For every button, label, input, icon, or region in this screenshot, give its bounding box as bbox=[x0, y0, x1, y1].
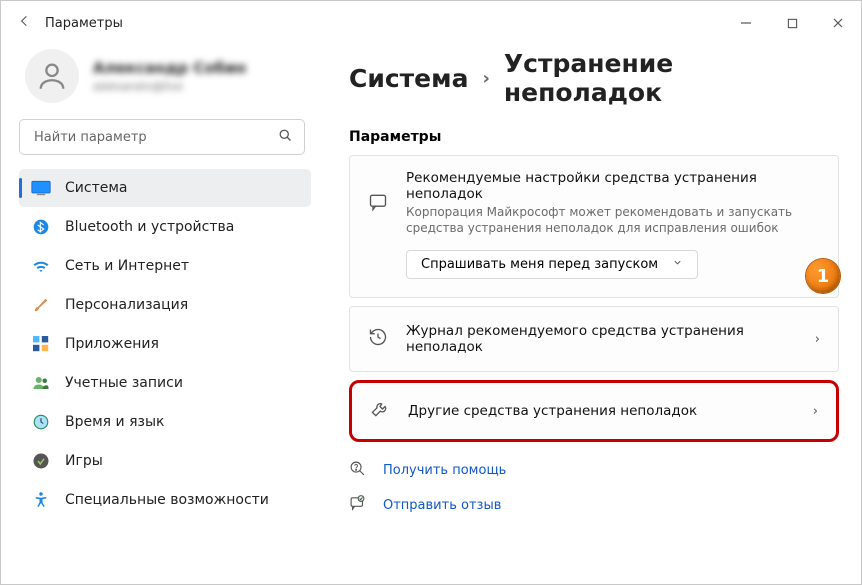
other-label: Другие средства устранения неполадок bbox=[408, 403, 797, 419]
sidebar-item-label: Bluetooth и устройства bbox=[65, 219, 234, 235]
feedback-link-label: Отправить отзыв bbox=[383, 498, 501, 513]
sidebar-item-label: Учетные записи bbox=[65, 375, 183, 391]
avatar bbox=[25, 49, 79, 103]
profile-name: Александр Собин bbox=[93, 59, 246, 77]
window-title: Параметры bbox=[45, 16, 123, 31]
wifi-icon bbox=[31, 256, 51, 276]
recommended-title: Рекомендуемые настройки средства устране… bbox=[406, 170, 820, 202]
sidebar-item-label: Специальные возможности bbox=[65, 492, 269, 508]
nav-list: Система Bluetooth и устройства Сеть и Ин… bbox=[19, 169, 311, 519]
sidebar-item-bluetooth[interactable]: Bluetooth и устройства bbox=[19, 208, 311, 246]
search-box[interactable] bbox=[19, 119, 305, 155]
other-troubleshooters-row[interactable]: Другие средства устранения неполадок › bbox=[349, 380, 839, 442]
feedback-link[interactable]: Отправить отзыв bbox=[349, 495, 839, 516]
recommended-card: Рекомендуемые настройки средства устране… bbox=[349, 155, 839, 298]
sidebar: Александр Собин aleksandrs@live Система … bbox=[1, 45, 321, 584]
dialog-icon bbox=[368, 170, 390, 279]
recommended-desc: Корпорация Майкрософт может рекомендоват… bbox=[406, 204, 820, 236]
help-link-label: Получить помощь bbox=[383, 463, 506, 478]
sidebar-item-network[interactable]: Сеть и Интернет bbox=[19, 247, 311, 285]
accounts-icon bbox=[31, 373, 51, 393]
chevron-down-icon bbox=[672, 257, 683, 272]
section-header: Параметры bbox=[349, 129, 839, 145]
main-content: Система › Устранение неполадок Параметры… bbox=[321, 45, 861, 584]
history-row[interactable]: Журнал рекомендуемого средства устранени… bbox=[349, 306, 839, 372]
sidebar-item-personalization[interactable]: Персонализация bbox=[19, 286, 311, 324]
sidebar-item-label: Приложения bbox=[65, 336, 159, 352]
close-button[interactable] bbox=[815, 1, 861, 45]
clock-icon bbox=[31, 412, 51, 432]
sidebar-item-time[interactable]: Время и язык bbox=[19, 403, 311, 441]
help-icon bbox=[349, 460, 369, 481]
sidebar-item-label: Время и язык bbox=[65, 414, 164, 430]
sidebar-item-system[interactable]: Система bbox=[19, 169, 311, 207]
accessibility-icon bbox=[31, 490, 51, 510]
footer-links: Получить помощь Отправить отзыв bbox=[349, 460, 839, 516]
sidebar-item-gaming[interactable]: Игры bbox=[19, 442, 311, 480]
titlebar: Параметры bbox=[1, 1, 861, 45]
dropdown-value: Спрашивать меня перед запуском bbox=[421, 257, 658, 272]
bluetooth-icon bbox=[31, 217, 51, 237]
breadcrumb: Система › Устранение неполадок bbox=[349, 49, 839, 107]
profile-email: aleksandrs@live bbox=[93, 80, 246, 93]
sidebar-item-apps[interactable]: Приложения bbox=[19, 325, 311, 363]
sidebar-item-label: Система bbox=[65, 180, 127, 196]
apps-icon bbox=[31, 334, 51, 354]
wrench-icon bbox=[370, 399, 392, 423]
chevron-right-icon: › bbox=[813, 404, 818, 419]
page-title: Устранение неполадок bbox=[504, 49, 839, 107]
system-icon bbox=[31, 178, 51, 198]
window-controls bbox=[723, 1, 861, 45]
minimize-button[interactable] bbox=[723, 1, 769, 45]
history-icon bbox=[368, 327, 390, 351]
breadcrumb-parent[interactable]: Система bbox=[349, 64, 468, 93]
sidebar-item-accessibility[interactable]: Специальные возможности bbox=[19, 481, 311, 519]
gaming-icon bbox=[31, 451, 51, 471]
back-button[interactable] bbox=[17, 13, 45, 33]
help-link[interactable]: Получить помощь bbox=[349, 460, 839, 481]
search-icon bbox=[278, 128, 293, 147]
chevron-right-icon: › bbox=[482, 68, 489, 89]
maximize-button[interactable] bbox=[769, 1, 815, 45]
profile-block[interactable]: Александр Собин aleksandrs@live bbox=[19, 45, 311, 119]
sidebar-item-label: Сеть и Интернет bbox=[65, 258, 189, 274]
chevron-right-icon: › bbox=[815, 332, 820, 347]
sidebar-item-label: Персонализация bbox=[65, 297, 188, 313]
sidebar-item-accounts[interactable]: Учетные записи bbox=[19, 364, 311, 402]
brush-icon bbox=[31, 295, 51, 315]
search-input[interactable] bbox=[19, 119, 305, 155]
history-label: Журнал рекомендуемого средства устранени… bbox=[406, 323, 799, 355]
sidebar-item-label: Игры bbox=[65, 453, 103, 469]
recommended-dropdown[interactable]: Спрашивать меня перед запуском bbox=[406, 250, 698, 279]
feedback-icon bbox=[349, 495, 369, 516]
